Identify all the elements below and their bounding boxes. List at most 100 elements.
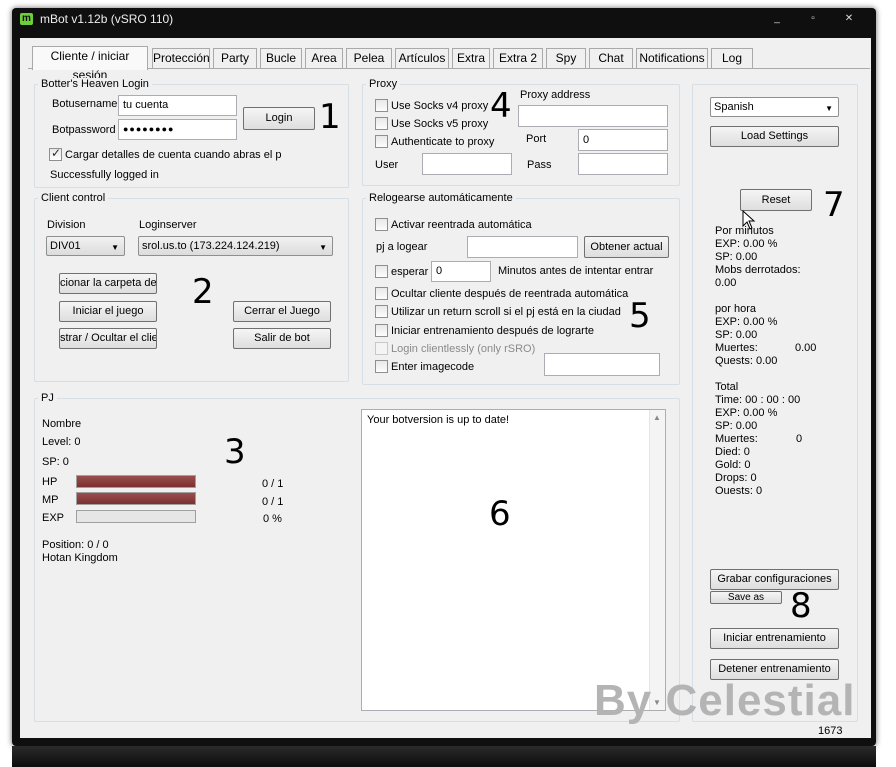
ph-quests: Quests: 0.00 (715, 355, 778, 367)
clientless-checkbox[interactable] (375, 342, 388, 355)
close-button[interactable]: ✕ (836, 11, 862, 27)
minimize-button[interactable]: _ (764, 11, 790, 27)
log-scrollbar[interactable]: ▲ ▼ (649, 410, 665, 710)
tab-proteccion[interactable]: Protección (152, 48, 210, 68)
total-drops: Drops: 0 (715, 472, 757, 484)
char-level: Level: 0 (42, 436, 81, 448)
division-label: Division (47, 219, 86, 231)
auto-relog-checkbox[interactable] (375, 218, 388, 231)
login-group-title: Botter's Heaven Login (38, 78, 152, 90)
char-position: Position: 0 / 0 (42, 539, 109, 551)
per-hour-title: por hora (715, 303, 756, 315)
wait-label: esperar (391, 266, 429, 278)
char-name: Nombre (42, 418, 82, 430)
start-game-button[interactable]: Iniciar el juego (59, 301, 157, 322)
imagecode-field[interactable] (544, 353, 660, 376)
imagecode-checkbox[interactable] (375, 360, 388, 373)
tab-bucle[interactable]: Bucle (260, 48, 302, 68)
footer-count: 1673 (818, 725, 843, 737)
get-current-button[interactable]: Obtener actual (584, 236, 669, 258)
tab-area[interactable]: Area (305, 48, 343, 68)
imagecode-label: Enter imagecode (391, 361, 475, 373)
annotation-1: 1 (319, 97, 341, 137)
remember-checkbox[interactable] (49, 146, 62, 161)
scroll-up-icon[interactable]: ▲ (653, 413, 661, 422)
tab-log[interactable]: Log (711, 48, 753, 68)
tab-extra2[interactable]: Extra 2 (493, 48, 543, 68)
app-logo-icon: m (20, 13, 33, 25)
mp-bar-fill (77, 493, 195, 504)
start-training-after-login-checkbox[interactable] (375, 324, 388, 337)
language-value: Spanish (714, 101, 754, 113)
return-scroll-checkbox[interactable] (375, 305, 388, 318)
wait-suffix-label: Minutos antes de intentar entrar (498, 265, 654, 277)
tab-party[interactable]: Party (213, 48, 257, 68)
socks4-checkbox[interactable] (375, 99, 388, 112)
per-minute-title: Por minutos (715, 225, 774, 237)
start-training-button[interactable]: Iniciar entrenamiento (710, 628, 839, 649)
total-time: Time: 00 : 00 : 00 (715, 394, 801, 406)
password-label: Botpassword (52, 124, 116, 136)
save-as-button[interactable]: Save as (710, 591, 782, 604)
save-config-button[interactable]: Grabar configuraciones (710, 569, 839, 590)
exp-value: 0 % (263, 513, 282, 525)
tab-cliente[interactable]: Cliente / iniciar sesión (32, 46, 148, 82)
log-textbox[interactable]: Your botversion is up to date! ▲ ▼ (361, 409, 666, 711)
user-label: User (375, 159, 399, 171)
socks5-checkbox[interactable] (375, 117, 388, 130)
hp-bar (76, 475, 196, 488)
load-settings-button[interactable]: Load Settings (710, 126, 839, 147)
show-hide-client-button[interactable]: strar / Ocultar el clie (59, 328, 157, 349)
tab-articulos[interactable]: Artículos (395, 48, 449, 68)
tab-extra[interactable]: Extra (452, 48, 490, 68)
total-died: Died: 0 (715, 446, 750, 458)
login-button[interactable]: Login (243, 107, 315, 130)
exit-bot-button[interactable]: Salir de bot (233, 328, 331, 349)
reset-button[interactable]: Reset (740, 189, 812, 211)
maximize-button[interactable]: ▫ (800, 11, 826, 27)
port-field[interactable]: 0 (578, 129, 668, 151)
total-deaths-value: 0 (796, 433, 803, 445)
hide-client-checkbox[interactable] (375, 287, 388, 300)
annotation-3: 3 (224, 432, 246, 472)
pass-field[interactable] (578, 153, 668, 175)
tab-spy[interactable]: Spy (546, 48, 586, 68)
char-to-login-label: pj a logear (376, 241, 428, 253)
taskbar-strip (12, 746, 876, 767)
auth-checkbox[interactable] (375, 135, 388, 148)
proxy-address-field[interactable] (518, 105, 668, 127)
select-folder-button[interactable]: cionar la carpeta de (59, 273, 157, 294)
language-select[interactable]: Spanish ▼ (710, 97, 839, 117)
remember-label: Cargar detalles de cuenta cuando abras e… (65, 149, 282, 161)
char-to-login-field[interactable] (467, 236, 578, 258)
username-label: Botusername (52, 98, 118, 110)
wait-checkbox[interactable] (375, 265, 388, 278)
pass-label: Pass (527, 159, 552, 171)
char-location: Hotan Kingdom (42, 552, 118, 564)
close-game-button[interactable]: Cerrar el Juego (233, 301, 331, 322)
tab-chat[interactable]: Chat (589, 48, 633, 68)
total-exp: EXP: 0.00 % (715, 407, 778, 419)
user-field[interactable] (422, 153, 512, 175)
exp-label: EXP (42, 512, 65, 524)
division-select[interactable]: DIV01 ▼ (46, 236, 125, 256)
tab-strip-line (28, 68, 870, 69)
proxy-address-label: Proxy address (520, 89, 591, 101)
ph-sp: SP: 0.00 (715, 329, 758, 341)
tab-pelea[interactable]: Pelea (346, 48, 392, 68)
tab-notifications[interactable]: Notifications (636, 48, 708, 68)
loginserver-select[interactable]: srol.us.to (173.224.124.219) ▼ (138, 236, 333, 256)
username-field[interactable]: tu cuenta (118, 95, 237, 116)
loginserver-value: srol.us.to (173.224.124.219) (142, 240, 280, 252)
pm-exp: EXP: 0.00 % (715, 238, 778, 250)
hide-client-label: Ocultar cliente después de reentrada aut… (391, 288, 629, 300)
annotation-7: 7 (823, 185, 845, 225)
annotation-8: 8 (790, 586, 812, 626)
wait-minutes-field[interactable]: 0 (431, 261, 491, 282)
password-field[interactable]: ●●●●●●●● (118, 119, 237, 140)
division-value: DIV01 (50, 240, 81, 252)
mp-value: 0 / 1 (262, 496, 284, 508)
chevron-down-icon: ▼ (319, 243, 327, 252)
ph-deaths-label: Muertes: (715, 342, 758, 354)
exp-bar (76, 510, 196, 523)
